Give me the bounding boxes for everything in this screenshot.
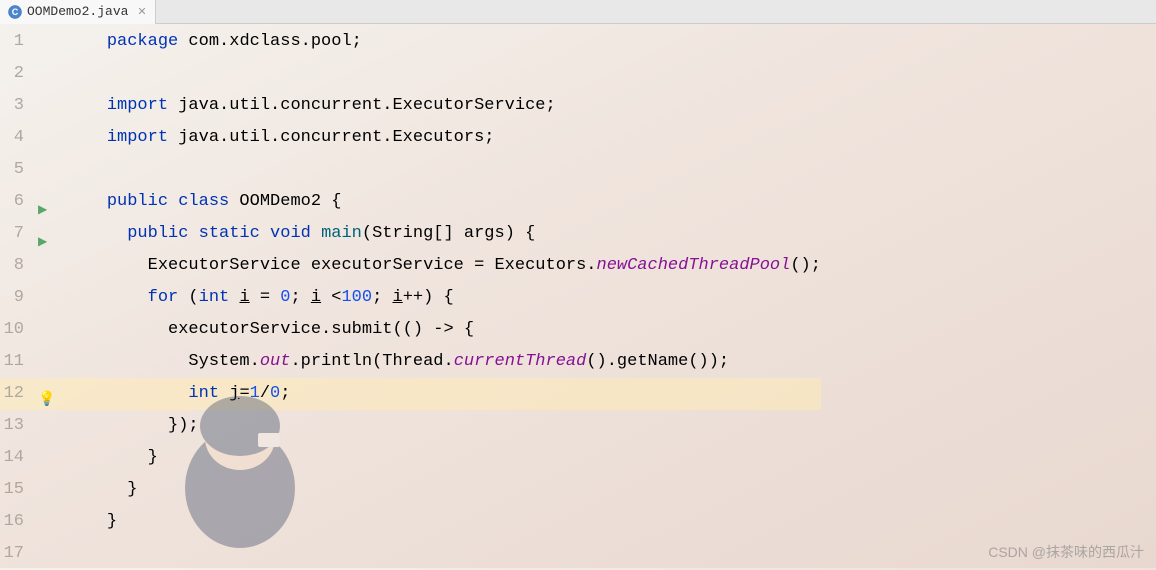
gutter: ▶ (32, 186, 66, 218)
close-icon[interactable]: ✕ (137, 5, 146, 19)
gutter (32, 346, 66, 378)
code-line[interactable]: 6▶ public class OOMDemo2 { (0, 186, 821, 218)
tab-filename: OOMDemo2.java (27, 4, 128, 19)
gutter (32, 410, 66, 442)
java-class-icon: C (8, 5, 22, 19)
code-content[interactable] (66, 538, 821, 570)
line-number: 5 (0, 154, 32, 186)
gutter (32, 154, 66, 186)
code-line[interactable]: 16 } (0, 506, 821, 538)
line-number: 10 (0, 314, 32, 346)
line-number: 12 (0, 378, 32, 410)
gutter (32, 282, 66, 314)
code-line[interactable]: 2 (0, 58, 821, 90)
code-editor[interactable]: 1 package com.xdclass.pool;2 3 import ja… (0, 24, 1156, 568)
code-content[interactable]: }); (66, 410, 821, 442)
code-line[interactable]: 14 } (0, 442, 821, 474)
gutter (32, 314, 66, 346)
code-line[interactable]: 11 System.out.println(Thread.currentThre… (0, 346, 821, 378)
tab-bar: C OOMDemo2.java ✕ (0, 0, 1156, 24)
gutter (32, 442, 66, 474)
code-line[interactable]: 8 ExecutorService executorService = Exec… (0, 250, 821, 282)
line-number: 14 (0, 442, 32, 474)
code-line[interactable]: 12💡 int j=1/0; (0, 378, 821, 410)
line-number: 15 (0, 474, 32, 506)
gutter (32, 90, 66, 122)
line-number: 2 (0, 58, 32, 90)
code-line[interactable]: 1 package com.xdclass.pool; (0, 26, 821, 58)
code-content[interactable]: public class OOMDemo2 { (66, 186, 821, 218)
code-content[interactable] (66, 154, 821, 186)
code-content[interactable]: } (66, 442, 821, 474)
line-number: 13 (0, 410, 32, 442)
gutter (32, 26, 66, 58)
code-line[interactable]: 10 executorService.submit(() -> { (0, 314, 821, 346)
svg-text:C: C (12, 7, 19, 17)
gutter: 💡 (32, 378, 66, 410)
code-line[interactable]: 13 }); (0, 410, 821, 442)
line-number: 11 (0, 346, 32, 378)
code-content[interactable] (66, 58, 821, 90)
gutter (32, 122, 66, 154)
gutter (32, 250, 66, 282)
line-number: 7 (0, 218, 32, 250)
line-number: 16 (0, 506, 32, 538)
code-content[interactable]: } (66, 506, 821, 538)
gutter: ▶ (32, 218, 66, 250)
code-content[interactable]: int j=1/0; (66, 378, 821, 410)
code-line[interactable]: 5 (0, 154, 821, 186)
code-line[interactable]: 7▶ public static void main(String[] args… (0, 218, 821, 250)
code-content[interactable]: for (int i = 0; i <100; i++) { (66, 282, 821, 314)
gutter (32, 538, 66, 570)
code-content[interactable]: executorService.submit(() -> { (66, 314, 821, 346)
line-number: 4 (0, 122, 32, 154)
line-number: 8 (0, 250, 32, 282)
code-content[interactable]: package com.xdclass.pool; (66, 26, 821, 58)
line-number: 3 (0, 90, 32, 122)
code-content[interactable]: import java.util.concurrent.ExecutorServ… (66, 90, 821, 122)
line-number: 17 (0, 538, 32, 570)
code-line[interactable]: 15 } (0, 474, 821, 506)
line-number: 6 (0, 186, 32, 218)
line-number: 9 (0, 282, 32, 314)
code-content[interactable]: } (66, 474, 821, 506)
code-content[interactable]: import java.util.concurrent.Executors; (66, 122, 821, 154)
code-line[interactable]: 3 import java.util.concurrent.ExecutorSe… (0, 90, 821, 122)
line-number: 1 (0, 26, 32, 58)
file-tab[interactable]: C OOMDemo2.java ✕ (0, 0, 156, 24)
code-content[interactable]: System.out.println(Thread.currentThread(… (66, 346, 821, 378)
code-line[interactable]: 17 (0, 538, 821, 570)
gutter (32, 506, 66, 538)
gutter (32, 474, 66, 506)
code-line[interactable]: 9 for (int i = 0; i <100; i++) { (0, 282, 821, 314)
gutter (32, 58, 66, 90)
code-line[interactable]: 4 import java.util.concurrent.Executors; (0, 122, 821, 154)
code-content[interactable]: ExecutorService executorService = Execut… (66, 250, 821, 282)
watermark: CSDN @抹茶味的西瓜汁 (988, 542, 1144, 562)
code-content[interactable]: public static void main(String[] args) { (66, 218, 821, 250)
